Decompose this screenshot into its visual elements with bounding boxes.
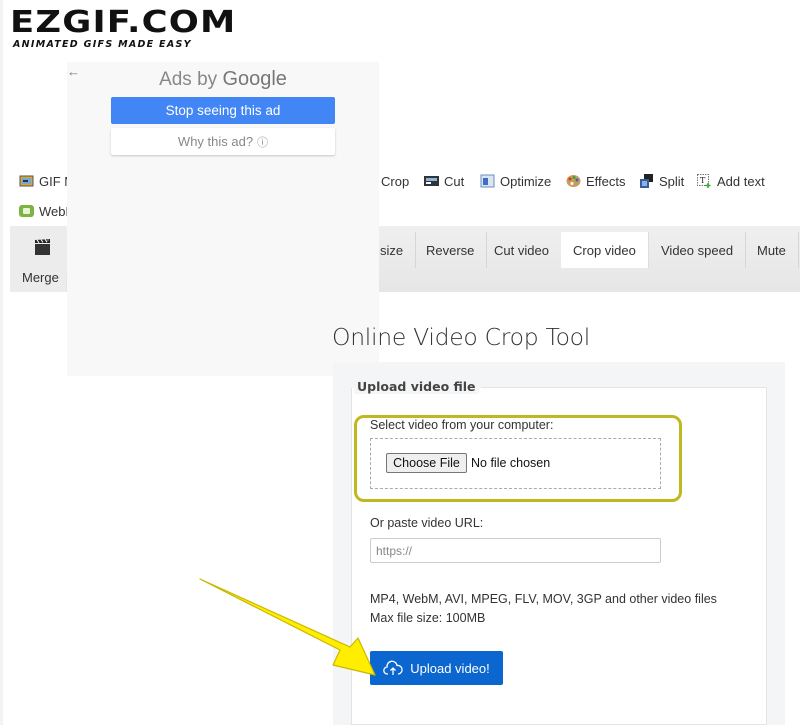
page-title: Online Video Crop Tool [332, 323, 590, 351]
nav-add-text[interactable]: T Add text [692, 167, 770, 195]
ad-title-prefix: Ads by [159, 69, 223, 90]
tab-label: Crop video [573, 242, 636, 258]
stop-seeing-ad-button[interactable]: Stop seeing this ad [111, 97, 335, 124]
tab-label: Merge [22, 270, 59, 285]
video-url-input[interactable] [370, 538, 661, 563]
tab-label: Video speed [661, 242, 734, 258]
button-label: Upload video! [410, 660, 490, 676]
button-label: Why this ad? [177, 134, 254, 149]
tab-label: Cut video [494, 242, 549, 258]
nav-label: Optimize [500, 173, 552, 189]
supported-formats-text: MP4, WebM, AVI, MPEG, FLV, MOV, 3GP and … [370, 592, 717, 606]
why-this-ad-button[interactable]: Why this ad? ⓘ [111, 128, 335, 155]
nav-optimize[interactable]: Optimize [475, 167, 556, 195]
button-label: Choose File [393, 456, 460, 470]
nav-split[interactable]: Split [634, 167, 689, 195]
nav-effects[interactable]: Effects [561, 167, 631, 195]
ad-title: Ads by Google [67, 68, 379, 91]
nav-label: Add text [717, 173, 765, 189]
tab-mute[interactable]: Mute [745, 232, 799, 268]
svg-text:T: T [700, 176, 706, 185]
upload-legend: Upload video file [354, 379, 479, 394]
nav-cut[interactable]: Cut [419, 167, 469, 195]
no-file-chosen-text: No file chosen [471, 456, 551, 470]
paste-url-label: Or paste video URL: [370, 516, 484, 530]
optimize-icon [480, 174, 495, 188]
add-text-icon: T [697, 174, 712, 188]
logo-tagline: ANIMATED GIFS MADE EASY [13, 39, 192, 50]
split-icon [639, 174, 654, 188]
choose-file-button[interactable]: Choose File [386, 453, 467, 473]
site-logo[interactable]: EZGIF.COM ANIMATED GIFS MADE EASY [10, 8, 235, 52]
nav-label: Cut [444, 173, 465, 189]
logo-wordmark: EZGIF.COM [10, 5, 237, 40]
page-left-edge [0, 0, 3, 725]
tab-label: Mute [757, 242, 786, 258]
nav-label: Split [659, 173, 685, 189]
select-video-label: Select video from your computer: [370, 418, 554, 432]
button-label: Stop seeing this ad [165, 103, 281, 118]
info-icon: ⓘ [257, 136, 269, 149]
tab-label: size [380, 242, 404, 258]
tab-merge[interactable]: Merge [10, 226, 66, 292]
webp-icon [19, 204, 34, 218]
palette-icon [566, 174, 581, 188]
tab-crop-video[interactable]: Crop video [561, 232, 649, 268]
tab-reverse[interactable]: Reverse [414, 232, 488, 268]
tab-video-speed[interactable]: Video speed [649, 232, 747, 268]
tab-cut-video[interactable]: Cut video [482, 232, 562, 268]
arrow-shape [199, 578, 376, 676]
ad-title-brand: Google [222, 68, 287, 90]
gif-maker-icon [19, 174, 34, 188]
cut-icon [424, 174, 439, 188]
tab-label: Reverse [426, 242, 475, 258]
nav-label: Crop [381, 173, 410, 189]
clapperboard-icon [34, 238, 51, 256]
annotation-arrow [199, 578, 376, 676]
nav-label: Effects [586, 173, 626, 189]
